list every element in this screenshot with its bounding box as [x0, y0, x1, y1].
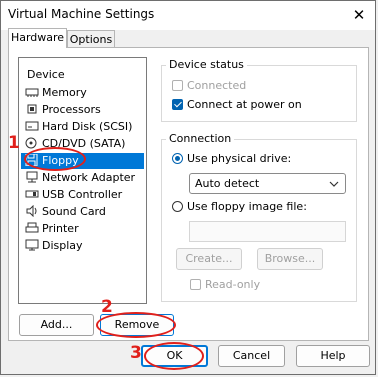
cancel-button[interactable]: Cancel [218, 345, 285, 367]
cd-icon [25, 137, 39, 149]
device-item-sound-card[interactable]: Sound Card [25, 204, 106, 220]
device-label: Printer [42, 222, 79, 235]
hard-disk-icon [25, 120, 39, 132]
add-button[interactable]: Add... [19, 314, 94, 336]
device-label: Network Adapter [42, 171, 136, 184]
checkbox-box[interactable] [172, 80, 183, 91]
speaker-icon [25, 204, 39, 218]
radio-circle[interactable] [172, 201, 183, 212]
memory-icon [25, 86, 39, 98]
window-title: Virtual Machine Settings [8, 7, 155, 21]
device-item-memory[interactable]: Memory [25, 85, 87, 101]
checkbox-box[interactable] [190, 279, 201, 290]
close-icon[interactable]: ✕ [350, 6, 368, 24]
connected-label: Connected [187, 79, 247, 92]
device-label: Hard Disk (SCSI) [42, 120, 133, 133]
monitor-icon [25, 239, 39, 251]
device-list-header: Device [27, 68, 65, 81]
device-status-title: Device status [166, 58, 247, 71]
use-floppy-image-radio[interactable]: Use floppy image file: [172, 200, 307, 213]
connection-title: Connection [166, 132, 235, 145]
use-physical-drive-label: Use physical drive: [187, 152, 292, 165]
create-button[interactable]: Create... [176, 248, 242, 270]
device-item-hard-disk[interactable]: Hard Disk (SCSI) [25, 119, 132, 135]
floppy-image-path-input[interactable] [189, 221, 346, 242]
device-item-display[interactable]: Display [25, 238, 83, 254]
read-only-checkbox[interactable]: Read-only [190, 278, 260, 291]
device-list[interactable]: Device Memory Processors Hard Disk (SCSI… [18, 57, 147, 304]
checkbox-box[interactable] [172, 99, 183, 110]
connect-at-power-on-label: Connect at power on [187, 98, 302, 111]
use-physical-drive-radio[interactable]: Use physical drive: [172, 152, 291, 165]
device-item-network-adapter[interactable]: Network Adapter [25, 170, 135, 186]
printer-icon [25, 222, 39, 234]
physical-drive-select[interactable]: Auto detect [189, 173, 346, 194]
help-button[interactable]: Help [296, 345, 370, 367]
usb-icon [25, 188, 39, 200]
drive-select-value: Auto detect [195, 177, 260, 190]
cpu-icon [25, 103, 39, 115]
device-item-usb-controller[interactable]: USB Controller [25, 187, 122, 203]
browse-button[interactable]: Browse... [257, 248, 323, 270]
annotation-circle-remove [96, 312, 176, 338]
use-floppy-image-label: Use floppy image file: [187, 200, 307, 213]
device-label: Display [42, 239, 83, 252]
annotation-number-1: 1 [8, 133, 20, 153]
device-item-processors[interactable]: Processors [25, 102, 101, 118]
connected-checkbox[interactable]: Connected [172, 79, 246, 92]
tab-hardware[interactable]: Hardware [8, 28, 67, 48]
device-label: Memory [42, 86, 87, 99]
device-item-printer[interactable]: Printer [25, 221, 79, 237]
device-status-group [161, 65, 357, 122]
device-label: Sound Card [42, 205, 106, 218]
device-label: USB Controller [42, 188, 123, 201]
annotation-number-3: 3 [130, 343, 142, 363]
tab-options[interactable]: Options [67, 30, 115, 48]
network-icon [25, 171, 39, 183]
device-label: Processors [42, 103, 101, 116]
radio-circle[interactable] [172, 153, 183, 164]
read-only-label: Read-only [205, 278, 261, 291]
annotation-circle-floppy [24, 147, 86, 171]
connect-at-power-on-checkbox[interactable]: Connect at power on [172, 98, 302, 111]
chevron-down-icon [328, 178, 340, 190]
annotation-circle-ok [144, 342, 204, 370]
